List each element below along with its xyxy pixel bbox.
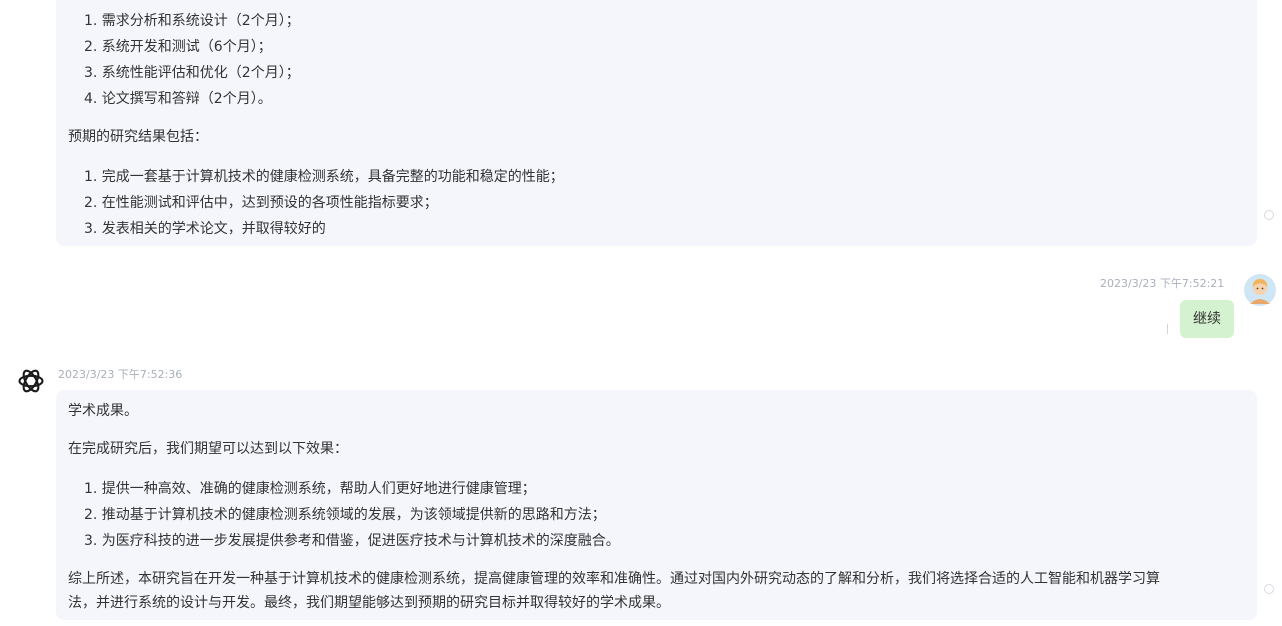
assistant-message-timestamp: 2023/3/23 下午7:52:36 [58,368,183,381]
scroll-indicator[interactable] [1264,210,1274,220]
list-item: 4. 论文撰写和答辩（2个月）。 [84,91,272,107]
list-item: 1. 提供一种高效、准确的健康检测系统，帮助人们更好地进行健康管理； [84,481,536,497]
results-list: 1. 完成一套基于计算机技术的健康检测系统，具备完整的功能和稳定的性能； 2. … [84,164,564,242]
list-item: 3. 系统性能评估和优化（2个月）； [84,65,300,81]
effects-list: 1. 提供一种高效、准确的健康检测系统，帮助人们更好地进行健康管理； 2. 推动… [84,476,620,554]
list-item: 3. 为医疗科技的进一步发展提供参考和借鉴，促进医疗技术与计算机技术的深度融合。 [84,533,620,549]
list-item: 1. 完成一套基于计算机技术的健康检测系统，具备完整的功能和稳定的性能； [84,169,564,185]
user-message-bubble: 继续 [1180,300,1234,338]
user-avatar-icon[interactable] [1244,274,1276,306]
list-item: 3. 发表相关的学术论文，并取得较好的 [84,221,326,237]
list-item: 1. 需求分析和系统设计（2个月）； [84,13,300,29]
list-item: 2. 在性能测试和评估中，达到预设的各项性能指标要求； [84,195,438,211]
results-intro: 预期的研究结果包括： [68,129,208,145]
user-message-timestamp: 2023/3/23 下午7:52:21 [1100,277,1225,290]
list-item: 2. 推动基于计算机技术的健康检测系统领域的发展，为该领域提供新的思路和方法； [84,507,606,523]
summary-line: 法，并进行系统的设计与开发。最终，我们期望能够达到预期的研究目标并取得较好的学术… [68,595,670,611]
divider [1167,324,1168,334]
message-paragraph: 学术成果。 [68,403,138,419]
scroll-indicator[interactable] [1264,584,1274,594]
chatgpt-logo-icon [16,366,46,396]
summary-line: 综上所述，本研究旨在开发一种基于计算机技术的健康检测系统，提高健康管理的效率和准… [68,571,1160,587]
list-item: 2. 系统开发和测试（6个月）； [84,39,272,55]
assistant-message-current: 学术成果。 在完成研究后，我们期望可以达到以下效果： 1. 提供一种高效、准确的… [56,390,1257,620]
message-paragraph: 在完成研究后，我们期望可以达到以下效果： [68,441,348,457]
schedule-list: 1. 需求分析和系统设计（2个月）； 2. 系统开发和测试（6个月）； 3. 系… [84,8,300,112]
assistant-message-previous: 1. 需求分析和系统设计（2个月）； 2. 系统开发和测试（6个月）； 3. 系… [56,0,1257,246]
